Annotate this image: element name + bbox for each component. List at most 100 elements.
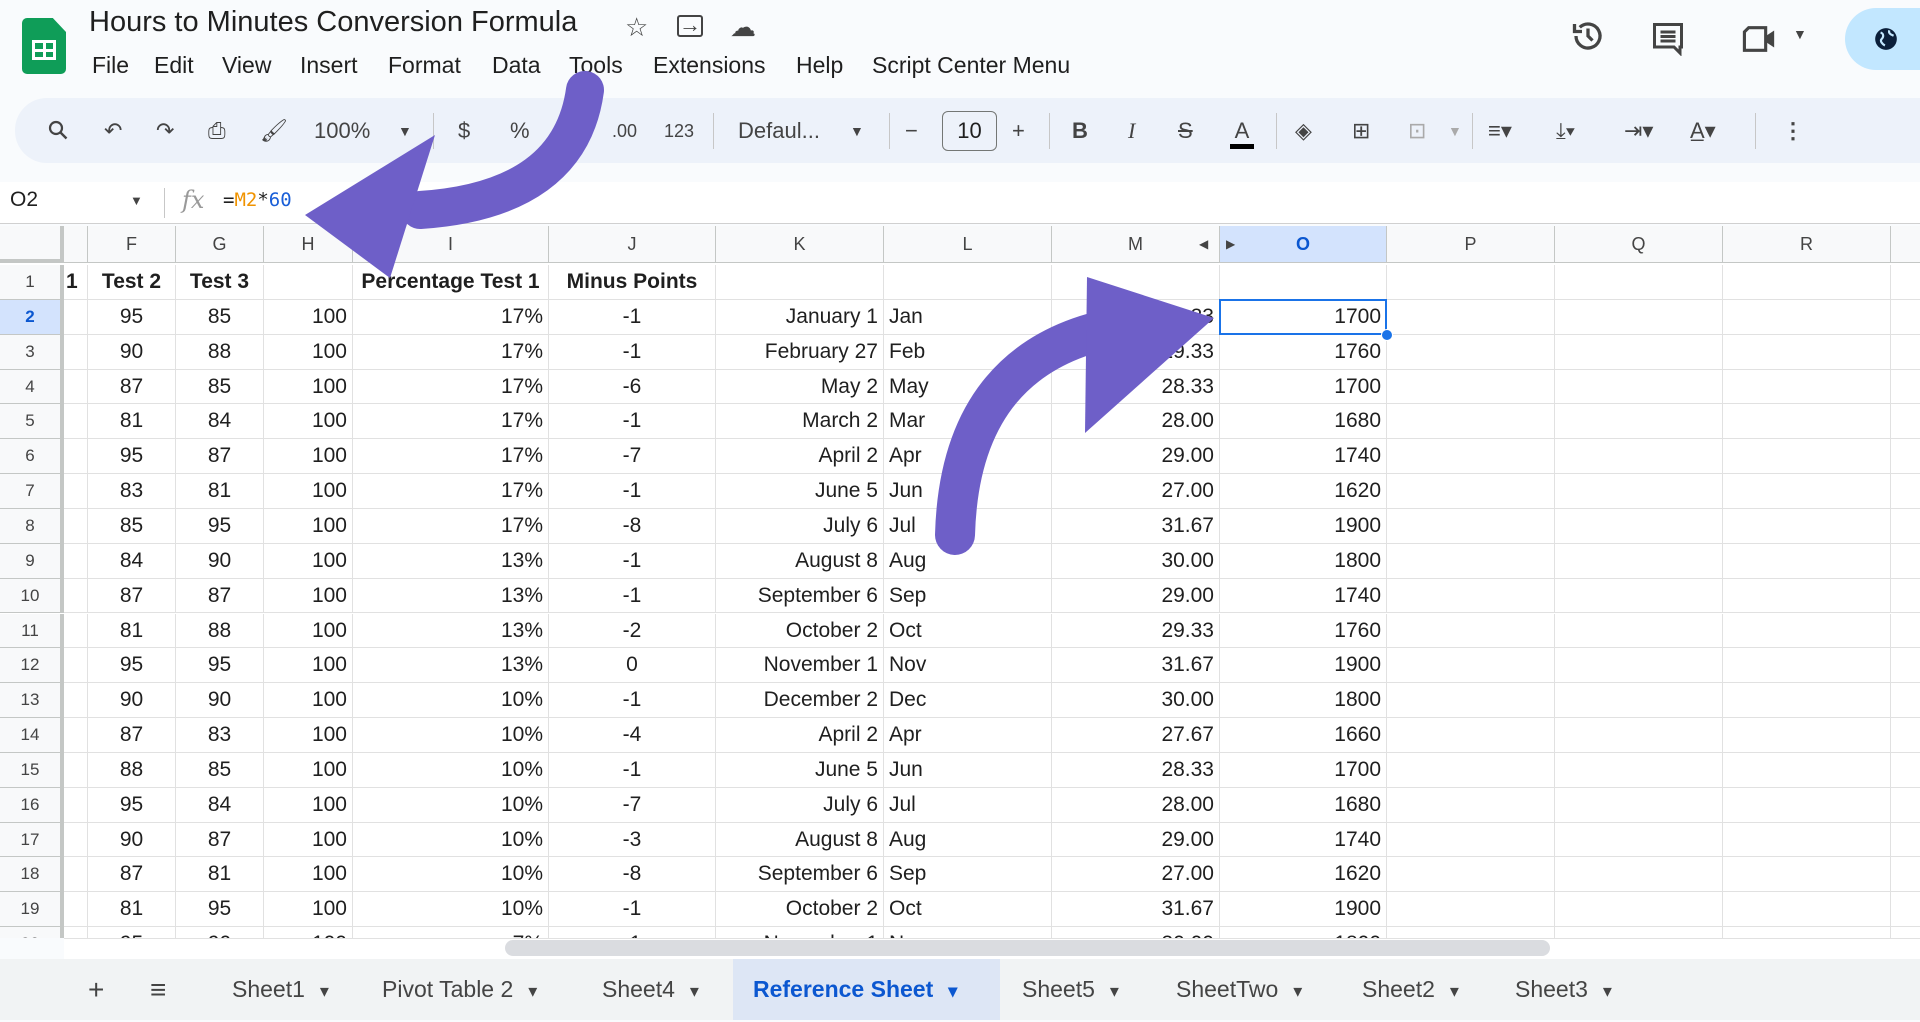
cell-E11[interactable] bbox=[64, 613, 88, 649]
cell-E9[interactable] bbox=[64, 543, 88, 579]
cell-H19[interactable]: 100 bbox=[264, 892, 353, 928]
cell-J6[interactable]: -7 bbox=[549, 439, 716, 475]
cell-K2[interactable]: January 1 bbox=[716, 299, 884, 335]
cell-M16[interactable]: 28.00 bbox=[1052, 787, 1220, 823]
cell-K7[interactable]: June 5 bbox=[716, 474, 884, 509]
row-header-18[interactable]: 18 bbox=[0, 857, 64, 893]
cell-E17[interactable] bbox=[64, 822, 88, 858]
number-format-button[interactable]: 123 bbox=[664, 118, 694, 144]
cell-J13[interactable]: -1 bbox=[549, 683, 716, 719]
cell-O6[interactable]: 1740 bbox=[1220, 439, 1387, 475]
cell-G4[interactable]: 85 bbox=[176, 369, 264, 405]
cell-M6[interactable]: 29.00 bbox=[1052, 439, 1220, 475]
cell-G3[interactable]: 88 bbox=[176, 334, 264, 370]
row-header-5[interactable]: 5 bbox=[0, 404, 64, 440]
row-header-7[interactable]: 7 bbox=[0, 474, 64, 509]
cell-O12[interactable]: 1900 bbox=[1220, 648, 1387, 684]
cell-I6[interactable]: 17% bbox=[353, 439, 549, 475]
comment-icon[interactable] bbox=[1650, 20, 1686, 64]
cell-G5[interactable]: 84 bbox=[176, 404, 264, 440]
cell-E6[interactable] bbox=[64, 439, 88, 475]
row-header-13[interactable]: 13 bbox=[0, 683, 64, 719]
increase-font-size-button[interactable]: + bbox=[1012, 118, 1025, 144]
cell-L1[interactable] bbox=[884, 265, 1052, 300]
sheets-logo[interactable] bbox=[22, 18, 66, 74]
sheet-tab[interactable]: SheetTwo ▾ bbox=[1166, 959, 1319, 1020]
cell-G1[interactable]: Test 3 bbox=[176, 265, 264, 300]
cell-E15[interactable] bbox=[64, 752, 88, 788]
row-header-16[interactable]: 16 bbox=[0, 787, 64, 823]
cell-R18[interactable] bbox=[1723, 857, 1891, 893]
more-options-icon[interactable]: ⋮ bbox=[1782, 118, 1804, 144]
sheet-tab[interactable]: Pivot Table 2 ▾ bbox=[372, 959, 550, 1020]
cell-F5[interactable]: 81 bbox=[88, 404, 176, 440]
cell-E13[interactable] bbox=[64, 683, 88, 719]
cell-G20[interactable]: 90 bbox=[176, 927, 264, 938]
cell-G11[interactable]: 88 bbox=[176, 613, 264, 649]
strikethrough-icon[interactable]: S bbox=[1178, 118, 1193, 144]
cell-E13[interactable] bbox=[1891, 683, 1920, 719]
cell-G16[interactable]: 84 bbox=[176, 787, 264, 823]
menu-tools[interactable]: Tools bbox=[569, 52, 623, 79]
cell-L2[interactable]: Jan bbox=[884, 299, 1052, 335]
cell-Q5[interactable] bbox=[1555, 404, 1723, 440]
cell-K3[interactable]: February 27 bbox=[716, 334, 884, 370]
cell-M8[interactable]: 31.67 bbox=[1052, 508, 1220, 544]
cell-F9[interactable]: 84 bbox=[88, 543, 176, 579]
cell-O11[interactable]: 1760 bbox=[1220, 613, 1387, 649]
all-sheets-button[interactable]: ≡ bbox=[140, 959, 176, 1020]
cell-O15[interactable]: 1700 bbox=[1220, 752, 1387, 788]
cell-L19[interactable]: Oct bbox=[884, 892, 1052, 928]
cell-J15[interactable]: -1 bbox=[549, 752, 716, 788]
menu-help[interactable]: Help bbox=[796, 52, 843, 79]
cell-J3[interactable]: -1 bbox=[549, 334, 716, 370]
search-icon[interactable] bbox=[46, 118, 70, 148]
cell-I17[interactable]: 10% bbox=[353, 822, 549, 858]
cell-R16[interactable] bbox=[1723, 787, 1891, 823]
hidden-column-left-arrow-icon[interactable]: ◀ bbox=[1199, 226, 1208, 263]
sheet-tab[interactable]: Reference Sheet ▾ bbox=[733, 959, 1000, 1020]
add-sheet-button[interactable]: + bbox=[78, 959, 114, 1020]
cell-I11[interactable]: 13% bbox=[353, 613, 549, 649]
cell-J2[interactable]: -1 bbox=[549, 299, 716, 335]
sheet-tab-dropdown-icon[interactable]: ▾ bbox=[1598, 981, 1612, 1001]
sheet-tab[interactable]: Sheet2 ▾ bbox=[1352, 959, 1473, 1020]
cell-F6[interactable]: 95 bbox=[88, 439, 176, 475]
cell-P4[interactable] bbox=[1387, 369, 1555, 405]
column-header-K[interactable]: K bbox=[716, 226, 884, 263]
cell-H15[interactable]: 100 bbox=[264, 752, 353, 788]
cell-Q11[interactable] bbox=[1555, 613, 1723, 649]
cell-J9[interactable]: -1 bbox=[549, 543, 716, 579]
cell-R2[interactable] bbox=[1723, 299, 1891, 335]
column-header-P[interactable]: P bbox=[1387, 226, 1555, 263]
cell-G6[interactable]: 87 bbox=[176, 439, 264, 475]
menu-edit[interactable]: Edit bbox=[154, 52, 194, 79]
column-header-L[interactable]: L bbox=[884, 226, 1052, 263]
cell-F13[interactable]: 90 bbox=[88, 683, 176, 719]
cell-Q6[interactable] bbox=[1555, 439, 1723, 475]
cell-R6[interactable] bbox=[1723, 439, 1891, 475]
currency-format-button[interactable]: $ bbox=[458, 118, 470, 144]
cell-J5[interactable]: -1 bbox=[549, 404, 716, 440]
row-header-14[interactable]: 14 bbox=[0, 718, 64, 753]
cell-L18[interactable]: Sep bbox=[884, 857, 1052, 893]
cell-P9[interactable] bbox=[1387, 543, 1555, 579]
sheet-tab-dropdown-icon[interactable]: ▾ bbox=[685, 981, 699, 1001]
move-to-folder-icon[interactable]: → bbox=[677, 14, 703, 37]
cell-M20[interactable]: 30.00 bbox=[1052, 927, 1220, 938]
cell-Q15[interactable] bbox=[1555, 752, 1723, 788]
cell-O19[interactable]: 1900 bbox=[1220, 892, 1387, 928]
cell-E4[interactable] bbox=[1891, 370, 1920, 405]
spreadsheet-grid[interactable]: F G H I J K L M O P Q R ◀ ▶ 1 1 Test 2 Test 3 Percentage T… bbox=[0, 226, 1920, 938]
cell-F17[interactable]: 90 bbox=[88, 822, 176, 858]
cell-J12[interactable]: 0 bbox=[549, 648, 716, 684]
cell-M12[interactable]: 31.67 bbox=[1052, 648, 1220, 684]
merge-cells-icon[interactable]: ⊡ bbox=[1408, 118, 1426, 144]
cell-H20[interactable]: 100 bbox=[264, 927, 353, 938]
cell-I1[interactable]: Percentage Test 1 bbox=[353, 265, 549, 300]
cell-E12[interactable] bbox=[1891, 648, 1920, 684]
cell-F20[interactable]: 95 bbox=[88, 927, 176, 938]
sheet-tab-dropdown-icon[interactable]: ▾ bbox=[1445, 981, 1459, 1001]
cell-E3[interactable] bbox=[1891, 335, 1920, 370]
sheet-tab-dropdown-icon[interactable]: ▾ bbox=[1288, 981, 1302, 1001]
